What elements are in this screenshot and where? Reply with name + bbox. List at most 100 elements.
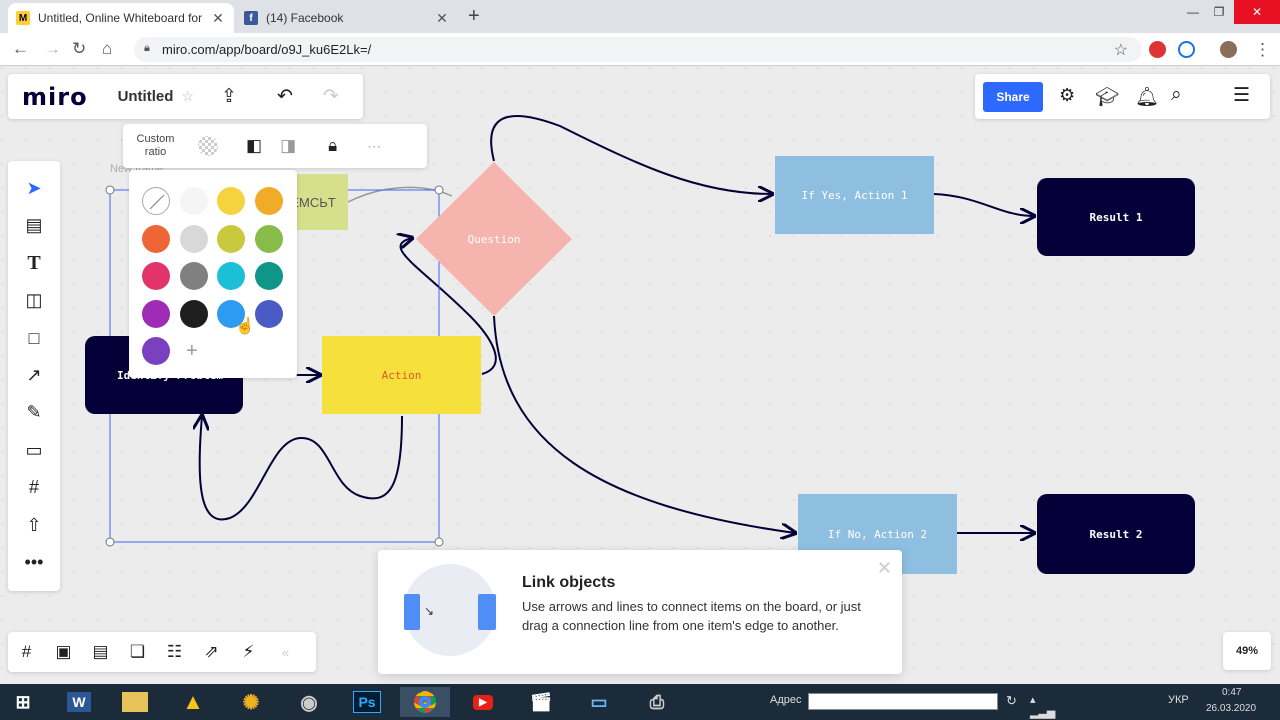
comment-icon[interactable]: ▭ bbox=[21, 437, 47, 463]
word-icon[interactable]: W bbox=[54, 687, 104, 717]
transparent-swatch[interactable] bbox=[142, 187, 170, 215]
tray-icons[interactable]: ▴ ▂▃▅ ▣ ✔ ◐ ♪ bbox=[1030, 693, 1055, 720]
tab-miro[interactable]: M Untitled, Online Whiteboard for ✕ bbox=[8, 3, 234, 33]
color-swatch[interactable] bbox=[180, 262, 208, 290]
adblock-icon[interactable] bbox=[1149, 41, 1166, 58]
cards-icon[interactable]: ❏ bbox=[119, 642, 156, 662]
frames-icon[interactable]: # bbox=[8, 642, 45, 662]
if-yes-box[interactable]: If Yes, Action 1 bbox=[775, 156, 934, 234]
drive-app-icon[interactable]: ▲ bbox=[168, 687, 218, 717]
close-window-button[interactable]: ✕ bbox=[1234, 0, 1280, 24]
pen-icon[interactable]: ✎ bbox=[21, 399, 47, 425]
more-icon[interactable]: ⋯ bbox=[367, 138, 381, 155]
fill-color-icon[interactable] bbox=[198, 136, 218, 156]
resize-handle[interactable] bbox=[434, 537, 444, 547]
photoshop-icon[interactable]: Ps bbox=[342, 687, 392, 717]
send-back-icon[interactable]: ◨ bbox=[280, 136, 296, 156]
result1-box[interactable]: Result 1 bbox=[1037, 178, 1195, 256]
back-icon[interactable]: ← bbox=[12, 39, 29, 59]
tab-facebook[interactable]: f (14) Facebook ✕ bbox=[236, 3, 458, 33]
color-swatch[interactable] bbox=[255, 262, 283, 290]
browser-toolbar: ← → ↻ ⌂ 🔒︎ miro.com/app/board/o9J_ku6E2L… bbox=[0, 33, 1280, 66]
color-swatch[interactable] bbox=[217, 187, 245, 215]
close-tab-icon[interactable]: ✕ bbox=[210, 10, 226, 27]
media-icon[interactable]: ◉ bbox=[284, 687, 334, 717]
color-swatch[interactable] bbox=[217, 262, 245, 290]
bring-front-icon[interactable]: ◧ bbox=[246, 136, 262, 156]
address-input[interactable] bbox=[808, 693, 998, 710]
monitor-icon[interactable]: ▭ bbox=[574, 687, 624, 717]
canvas[interactable]: New frame EMCЬT Question If Yes, Action … bbox=[0, 66, 1280, 684]
language-indicator[interactable]: УКР bbox=[1168, 694, 1189, 706]
frame-icon[interactable]: # bbox=[21, 474, 47, 500]
avatar[interactable] bbox=[1220, 41, 1237, 58]
lightning-icon[interactable]: ⚡︎ bbox=[230, 642, 267, 662]
text-icon[interactable]: T bbox=[21, 250, 47, 276]
app-icon[interactable]: ✺ bbox=[226, 687, 276, 717]
chrome-icon[interactable] bbox=[400, 687, 450, 717]
presentation-icon[interactable]: ▣ bbox=[45, 642, 82, 662]
shape-icon[interactable]: □ bbox=[21, 325, 47, 351]
zoom-level[interactable]: 49% bbox=[1223, 632, 1271, 670]
resize-handle[interactable] bbox=[105, 537, 115, 547]
action-box[interactable]: Action bbox=[322, 336, 481, 414]
close-tab-icon[interactable]: ✕ bbox=[434, 10, 450, 27]
arrow-icon[interactable]: ↗ bbox=[21, 362, 47, 388]
lock-icon[interactable]: 🔒︎ bbox=[328, 136, 337, 156]
custom-ratio-button[interactable]: Custom ratio bbox=[133, 133, 178, 159]
question-label[interactable]: Question bbox=[420, 226, 568, 252]
color-swatch[interactable] bbox=[217, 225, 245, 253]
redo-icon[interactable]: ↷ bbox=[320, 85, 342, 108]
miro-logo[interactable]: miro bbox=[22, 83, 88, 111]
color-swatch[interactable] bbox=[142, 337, 170, 365]
undo-icon[interactable]: ↶ bbox=[274, 85, 296, 108]
collapse-icon[interactable]: « bbox=[267, 645, 304, 660]
start-button[interactable]: ⊞ bbox=[0, 687, 46, 717]
templates-icon[interactable]: ▤ bbox=[21, 212, 47, 238]
resize-handle[interactable] bbox=[434, 185, 444, 195]
learning-icon[interactable]: 🎓︎ bbox=[1095, 85, 1119, 109]
star-icon[interactable]: ☆ bbox=[181, 88, 194, 105]
add-color-icon[interactable]: + bbox=[186, 340, 198, 363]
share-button[interactable]: Share bbox=[983, 82, 1043, 112]
settings-sliders-icon[interactable]: ⚙ bbox=[1059, 85, 1075, 106]
refresh-icon[interactable]: ↻ bbox=[1006, 693, 1017, 709]
drive-icon[interactable] bbox=[1178, 41, 1195, 58]
upload-icon[interactable]: ⇧ bbox=[21, 512, 47, 538]
color-swatch[interactable] bbox=[255, 187, 283, 215]
camera-icon[interactable]: ⎙ bbox=[632, 687, 682, 717]
color-swatch[interactable] bbox=[180, 187, 208, 215]
share-screen-icon[interactable]: ⇗ bbox=[193, 642, 230, 662]
home-icon[interactable]: ⌂ bbox=[102, 39, 112, 59]
close-icon[interactable]: ✕ bbox=[877, 558, 892, 579]
resize-handle[interactable] bbox=[105, 185, 115, 195]
search-icon[interactable]: ⌕ bbox=[1171, 84, 1182, 106]
color-swatch[interactable] bbox=[142, 225, 170, 253]
kanban-icon[interactable]: ☷ bbox=[156, 642, 193, 662]
board-title[interactable]: Untitled bbox=[118, 88, 174, 105]
url-bar[interactable]: 🔒︎ miro.com/app/board/o9J_ku6E2Lk=/ ☆ bbox=[134, 37, 1142, 62]
sticky-note-icon[interactable]: ◫ bbox=[21, 287, 47, 313]
forward-icon[interactable]: → bbox=[44, 39, 61, 59]
color-swatch[interactable] bbox=[142, 300, 170, 328]
reload-icon[interactable]: ↻ bbox=[72, 39, 86, 59]
color-swatch[interactable] bbox=[180, 300, 208, 328]
result2-box[interactable]: Result 2 bbox=[1037, 494, 1195, 574]
color-swatch[interactable] bbox=[180, 225, 208, 253]
bell-icon[interactable]: 🔔︎ bbox=[1135, 85, 1159, 109]
color-swatch[interactable] bbox=[255, 300, 283, 328]
youtube-icon[interactable]: ▶ bbox=[458, 687, 508, 717]
explorer-icon[interactable] bbox=[110, 687, 160, 717]
more-icon[interactable]: ••• bbox=[21, 549, 47, 575]
menu-icon[interactable]: ⋮ bbox=[1254, 40, 1271, 60]
color-swatch[interactable] bbox=[142, 262, 170, 290]
video-editor-icon[interactable]: 🎬︎ bbox=[516, 687, 566, 717]
color-swatch[interactable] bbox=[255, 225, 283, 253]
notes-icon[interactable]: ☰ bbox=[1233, 84, 1250, 107]
maximize-button[interactable]: ❐ bbox=[1202, 0, 1236, 24]
select-icon[interactable]: ➤ bbox=[21, 175, 47, 201]
star-icon[interactable]: ☆ bbox=[1114, 40, 1128, 60]
export-icon[interactable]: ⇪ bbox=[218, 85, 240, 108]
new-tab-button[interactable]: + bbox=[468, 5, 480, 28]
comments-icon[interactable]: ▤ bbox=[82, 642, 119, 662]
